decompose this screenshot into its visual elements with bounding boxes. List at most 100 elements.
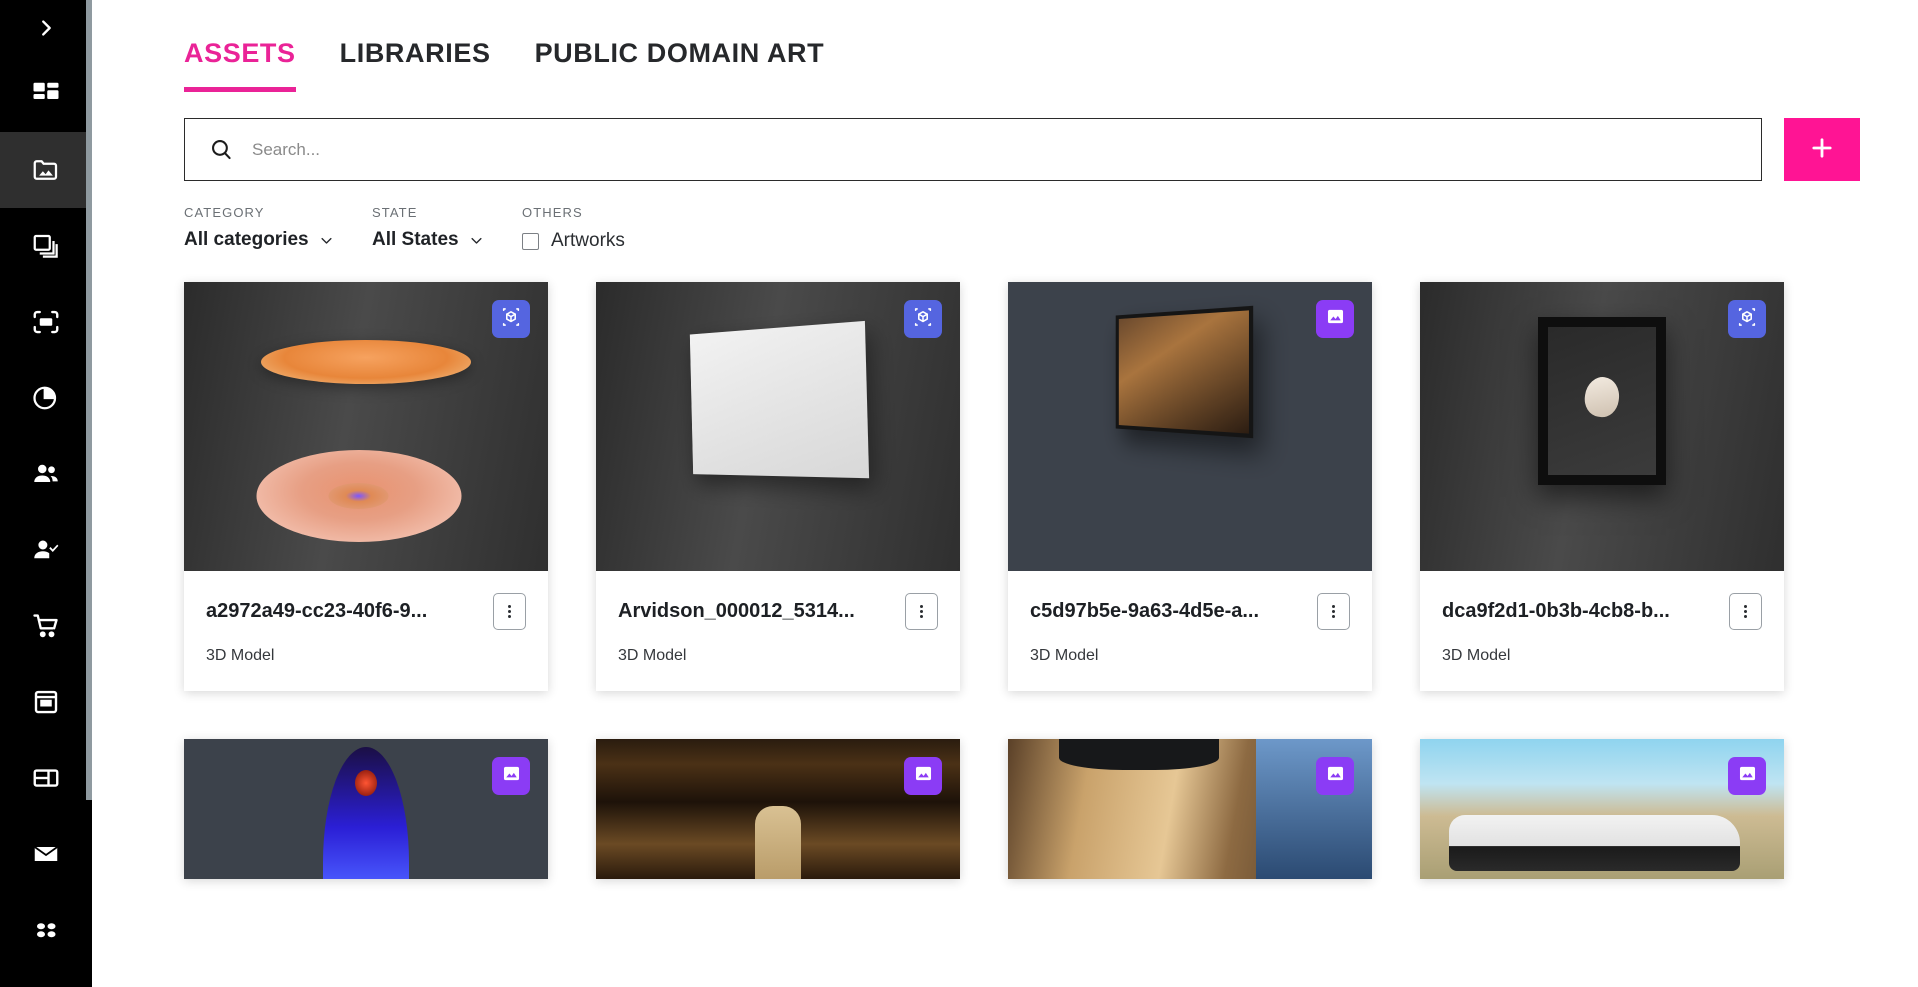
filter-state-dropdown[interactable]: All States [372,229,522,251]
sidebar-item-assets[interactable] [0,132,92,208]
asset-type-badge [1728,757,1766,795]
user-check-icon [31,535,61,565]
cube-3d-icon [1736,306,1758,333]
asset-type-badge [1316,300,1354,338]
envelope-icon [31,839,61,869]
sidebar-item-users[interactable] [0,436,92,512]
chevron-down-icon [469,233,484,248]
archive-box-icon [31,687,61,717]
sidebar-item-collections[interactable] [0,208,92,284]
asset-title: a2972a49-cc23-40f6-9... [206,600,428,622]
picture-icon [1325,306,1346,332]
asset-title: Arvidson_000012_5314... [618,600,855,622]
layers-copy-icon [31,231,61,261]
sidebar [0,0,92,987]
sidebar-item-messages[interactable] [0,816,92,892]
filter-category-dropdown[interactable]: All categories [184,229,372,251]
main-content: ASSETS LIBRARIES PUBLIC DOMAIN ART CATEG… [92,0,1918,987]
filter-state: STATE All States [372,205,522,251]
asset-card-body: c5d97b5e-9a63-4d5e-a... 3D Model [1008,571,1372,691]
plus-icon [1808,134,1836,165]
asset-thumbnail [596,282,960,571]
image-folder-icon [31,155,61,185]
picture-icon [1325,763,1346,789]
search-box[interactable] [184,118,1762,181]
sidebar-item-apps[interactable] [0,892,92,968]
asset-menu-button[interactable] [1317,593,1350,630]
users-icon [31,459,61,489]
picture-icon [1737,763,1758,789]
asset-type-badge [492,300,530,338]
asset-type-label: 3D Model [1030,647,1099,664]
asset-card-body: dca9f2d1-0b3b-4cb8-b... 3D Model [1420,571,1784,691]
tab-bar: ASSETS LIBRARIES PUBLIC DOMAIN ART [184,0,1918,92]
picture-icon [913,763,934,789]
shopping-cart-icon [31,611,61,641]
asset-grid: a2972a49-cc23-40f6-9... 3D Model Arvidso… [184,282,1918,919]
cube-3d-icon [912,306,934,333]
filter-state-value: All States [372,229,459,250]
filter-state-label: STATE [372,205,418,220]
artworks-checkbox-row[interactable]: Artworks [522,230,625,252]
search-row [184,118,1860,181]
asset-thumbnail [1008,282,1372,571]
asset-card[interactable]: a2972a49-cc23-40f6-9... 3D Model [184,282,548,691]
pie-chart-icon [31,383,61,413]
tab-libraries[interactable]: LIBRARIES [340,38,491,92]
asset-thumbnail [1008,739,1372,879]
asset-menu-button[interactable] [493,593,526,630]
asset-card[interactable] [1420,739,1784,879]
asset-title: c5d97b5e-9a63-4d5e-a... [1030,600,1260,622]
asset-type-badge [904,300,942,338]
apps-dots-icon [31,915,61,945]
asset-card[interactable] [184,739,548,879]
tab-assets[interactable]: ASSETS [184,38,296,92]
add-asset-button[interactable] [1784,118,1860,181]
sidebar-item-orders[interactable] [0,588,92,664]
sidebar-item-approvals[interactable] [0,512,92,588]
filter-category: CATEGORY All categories [184,205,372,251]
picture-icon [501,763,522,789]
chevron-right-icon [35,17,57,39]
sidebar-item-inventory[interactable] [0,664,92,740]
sidebar-item-analytics[interactable] [0,360,92,436]
cube-3d-icon [500,306,522,333]
asset-type-badge [1316,757,1354,795]
asset-menu-button[interactable] [1729,593,1762,630]
chevron-down-icon [319,233,334,248]
asset-card-body: Arvidson_000012_5314... 3D Model [596,571,960,691]
sidebar-item-dashboard[interactable] [0,56,92,132]
asset-type-badge [1728,300,1766,338]
asset-type-badge [492,757,530,795]
asset-thumbnail [1420,739,1784,879]
asset-thumbnail [1420,282,1784,571]
search-icon [209,137,234,162]
asset-card[interactable] [1008,739,1372,879]
tab-public-domain-art[interactable]: PUBLIC DOMAIN ART [535,38,825,92]
layout-panel-icon [31,763,61,793]
sidebar-item-layouts[interactable] [0,740,92,816]
filter-category-label: CATEGORY [184,205,265,220]
sidebar-item-frames[interactable] [0,284,92,360]
asset-title: dca9f2d1-0b3b-4cb8-b... [1442,600,1670,622]
asset-thumbnail [184,282,548,571]
filter-others: OTHERS Artworks [522,205,625,252]
sidebar-scrollbar[interactable] [86,0,92,800]
dashboard-grid-icon [31,79,61,109]
search-input[interactable] [234,119,1761,180]
asset-card[interactable]: c5d97b5e-9a63-4d5e-a... 3D Model [1008,282,1372,691]
filter-category-value: All categories [184,229,309,250]
asset-type-label: 3D Model [618,647,687,664]
asset-type-badge [904,757,942,795]
sidebar-toggle-button[interactable] [0,0,92,56]
asset-card[interactable]: dca9f2d1-0b3b-4cb8-b... 3D Model [1420,282,1784,691]
filter-others-label: OTHERS [522,205,583,220]
asset-card[interactable]: Arvidson_000012_5314... 3D Model [596,282,960,691]
frame-crop-icon [31,307,61,337]
asset-type-label: 3D Model [1442,647,1511,664]
artworks-checkbox-label: Artworks [551,230,625,251]
asset-thumbnail [596,739,960,879]
artworks-checkbox[interactable] [522,232,539,250]
asset-card[interactable] [596,739,960,879]
asset-menu-button[interactable] [905,593,938,630]
